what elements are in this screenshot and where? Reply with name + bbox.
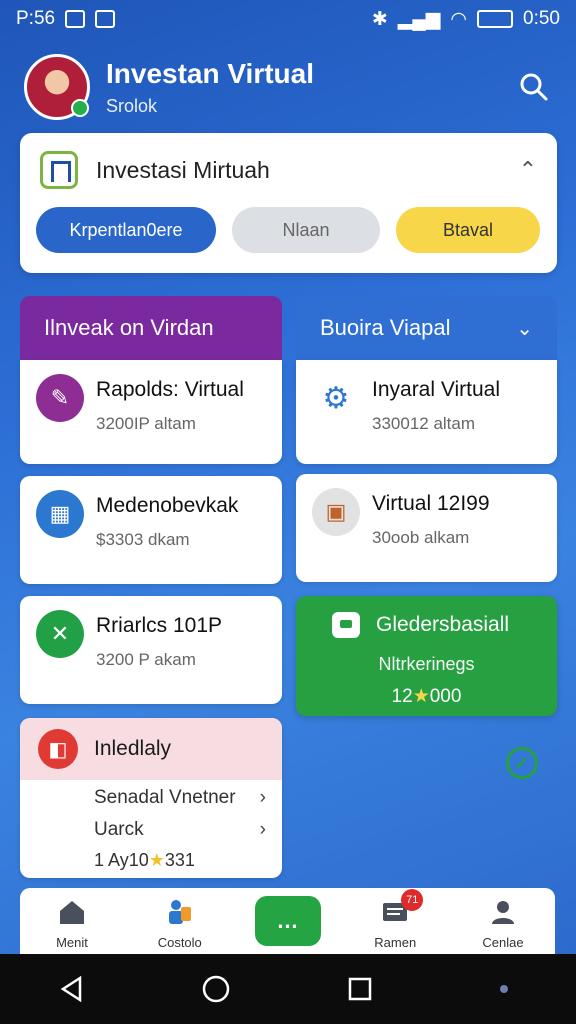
nav-label: Ramen <box>374 935 417 950</box>
highlight-card-title: Gledersbasiall <box>376 613 510 636</box>
right-column-title: Buoira Viapal <box>320 315 451 340</box>
home-button[interactable] <box>196 969 236 1009</box>
system-navigation-bar <box>0 954 576 1024</box>
bottom-navigation: Menit Costolo … 71 Ramen Cenlae <box>20 888 555 954</box>
people-icon <box>168 900 191 924</box>
home-icon <box>60 901 84 924</box>
details-value: 1 Ay10★331 <box>20 850 282 871</box>
filter-button-secondary[interactable]: Nlaan <box>232 207 380 253</box>
value-suffix: 331 <box>164 850 195 870</box>
nav-item-home[interactable]: Menit <box>32 897 112 950</box>
details-card-title: Inledlaly <box>94 737 172 760</box>
details-card: ◧ Inledlaly Senadal Vnetner › Uarck › 1 … <box>20 718 282 878</box>
value-prefix: 1 Ay10 <box>94 850 149 870</box>
highlight-card-value: 12★000 <box>296 685 557 708</box>
wifi-icon: ◠ <box>450 8 468 30</box>
item-title: Rriarlcs 101P <box>96 614 223 637</box>
summary-card-title: Investasi Mirtuah <box>96 156 270 183</box>
investment-summary-card: Investasi Mirtuah ⌃ Krpentlan0ere Nlaan … <box>20 133 557 273</box>
nav-label: Cenlae <box>482 935 524 950</box>
status-time-left: P:56 <box>16 8 56 29</box>
recents-button[interactable] <box>340 969 380 1009</box>
nav-label: Menit <box>56 935 88 950</box>
page-title: Investan Virtual <box>106 57 315 89</box>
left-column-header[interactable]: Ilnveak on Virdan <box>20 296 282 360</box>
battery-icon <box>477 10 514 28</box>
item-title: Medenobevkak <box>96 494 239 517</box>
assistant-button[interactable] <box>484 969 524 1009</box>
dot-icon <box>500 985 508 993</box>
brand-icon: ◧ <box>38 729 78 769</box>
online-status-icon <box>71 99 89 117</box>
tools-icon: ✕ <box>36 610 84 658</box>
highlight-card[interactable]: Gledersbasiall Nltrkerinegs 12★000 <box>296 596 557 716</box>
details-row[interactable]: Senadal Vnetner › <box>20 782 282 814</box>
search-icon <box>520 73 548 101</box>
value-prefix: 12 <box>391 686 413 707</box>
message-icon <box>332 612 360 638</box>
list-item[interactable]: ▦ Medenobevkak $3303 dkam <box>20 476 282 584</box>
chevron-right-icon: › <box>259 787 266 808</box>
item-title: Virtual 12I99 <box>372 492 490 515</box>
details-row[interactable]: Uarck › <box>20 814 282 846</box>
highlight-card-subtitle: Nltrkerinegs <box>378 654 475 674</box>
item-subtitle: 3200 P akam <box>96 650 196 669</box>
more-button[interactable]: … <box>254 896 321 946</box>
item-title: Inyaral Virtual <box>372 378 501 401</box>
chevron-right-icon: › <box>259 819 266 840</box>
chevron-down-icon[interactable]: ⌄ <box>516 316 533 341</box>
list-item[interactable]: ⚙ Inyaral Virtual 330012 altam <box>296 360 557 464</box>
nav-item-profile[interactable]: Cenlae <box>463 897 543 950</box>
details-row-label: Uarck <box>94 819 144 840</box>
list-item[interactable]: ✎ Rapolds: Virtual 3200IP altam <box>20 360 282 464</box>
edit-icon: ✎ <box>36 374 84 422</box>
list-item[interactable]: ✕ Rriarlcs 101P 3200 P akam <box>20 596 282 704</box>
status-bar: P:56 ✱ ▂▄▆ ◠ 0:50 <box>0 0 576 38</box>
circle-home-icon <box>202 975 230 1003</box>
right-column-header[interactable]: Buoira Viapal ⌄ <box>296 296 557 360</box>
filter-button-tertiary[interactable]: Btaval <box>396 207 540 253</box>
nav-label: Costolo <box>157 935 202 950</box>
group-icon: ⚙ <box>322 381 350 415</box>
value-suffix: 000 <box>429 686 462 707</box>
left-column-title: Ilnveak on Virdan <box>44 315 214 340</box>
item-subtitle: 3200IP altam <box>96 414 196 433</box>
signal-icon: ▂▄▆ <box>397 8 441 30</box>
back-icon <box>60 975 82 1003</box>
page-subtitle: Srolok <box>106 95 158 116</box>
item-subtitle: $3303 dkam <box>96 530 190 549</box>
star-icon: ★ <box>148 850 165 870</box>
calendar-icon: ▦ <box>36 490 84 538</box>
star-icon: ★ <box>412 686 430 707</box>
mail-icon <box>95 10 116 28</box>
nav-item-messages[interactable]: 71 Ramen <box>355 889 435 950</box>
nav-item-center[interactable]: … <box>248 896 328 950</box>
details-row-label: Senadal Vnetner <box>94 787 236 808</box>
search-button[interactable] <box>514 67 554 107</box>
recents-icon <box>348 977 372 1001</box>
item-subtitle: 330012 altam <box>372 414 476 433</box>
item-title: Rapolds: Virtual <box>96 378 244 401</box>
status-time-right: 0:50 <box>523 8 560 29</box>
nav-item-catalog[interactable]: Costolo <box>140 897 220 950</box>
app-logo-icon <box>40 151 78 189</box>
avatar[interactable] <box>24 54 90 120</box>
profile-icon <box>492 901 514 924</box>
bluetooth-icon: ✱ <box>371 8 388 30</box>
check-circle-icon[interactable]: ✓ <box>506 747 538 779</box>
app-header: Investan Virtual Srolok <box>24 52 554 122</box>
chevron-up-icon[interactable]: ⌃ <box>519 157 537 183</box>
notification-icon <box>65 10 86 28</box>
notification-badge: 71 <box>401 889 424 911</box>
back-button[interactable] <box>52 969 92 1009</box>
filter-button-primary[interactable]: Krpentlan0ere <box>36 207 216 253</box>
list-item[interactable]: ▣ Virtual 12I99 30oob alkam <box>296 474 557 582</box>
app-icon: ▣ <box>312 488 360 536</box>
item-subtitle: 30oob alkam <box>372 528 470 547</box>
